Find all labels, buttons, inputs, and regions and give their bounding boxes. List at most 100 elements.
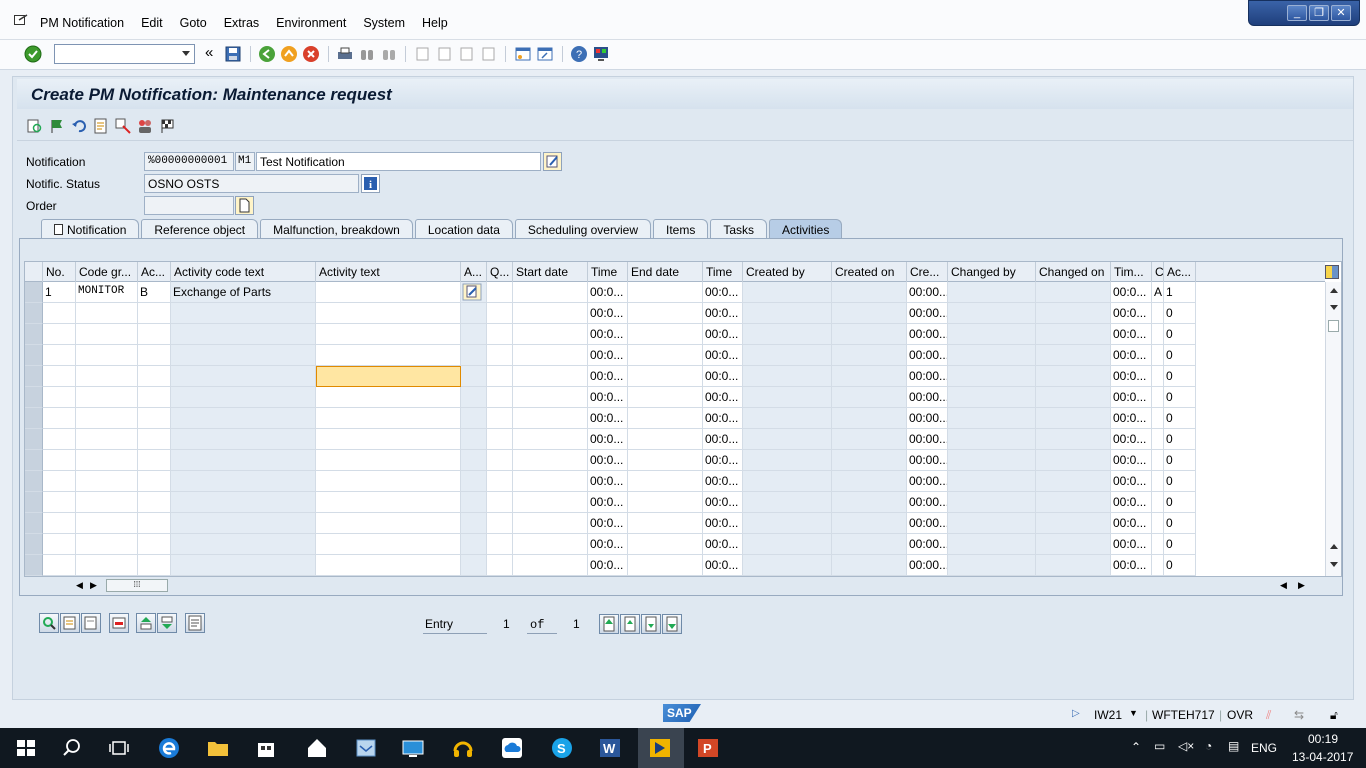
exit-icon[interactable]: [280, 45, 298, 63]
table-cell[interactable]: [138, 450, 171, 471]
skype-icon[interactable]: S: [550, 736, 574, 760]
next-entry-button[interactable]: [641, 614, 661, 634]
select-all-button[interactable]: [60, 613, 80, 633]
battery-icon[interactable]: ▭: [1154, 739, 1165, 753]
table-cell[interactable]: [487, 429, 513, 450]
column-header[interactable]: Activity code text: [171, 262, 316, 282]
table-cell[interactable]: [628, 282, 703, 303]
column-header[interactable]: Cre...: [907, 262, 948, 282]
table-cell[interactable]: 00:0...: [1111, 513, 1152, 534]
row-selector[interactable]: [25, 303, 43, 324]
activity-text-input-focused[interactable]: [316, 366, 461, 387]
table-cell[interactable]: [43, 471, 76, 492]
table-cell[interactable]: [138, 429, 171, 450]
previous-entry-button[interactable]: [620, 614, 640, 634]
table-cell[interactable]: 00:00...: [907, 513, 948, 534]
table-cell[interactable]: [628, 450, 703, 471]
back-icon[interactable]: [258, 45, 276, 63]
clock-date[interactable]: 13-04-2017: [1292, 750, 1353, 764]
status-info-button[interactable]: i: [361, 174, 380, 193]
table-cell[interactable]: 00:0...: [588, 534, 628, 555]
table-cell[interactable]: [43, 324, 76, 345]
table-cell[interactable]: [316, 387, 461, 408]
table-cell[interactable]: [513, 492, 588, 513]
menu-edit[interactable]: Edit: [141, 16, 163, 30]
table-cell[interactable]: 0: [1164, 345, 1196, 366]
column-header[interactable]: Activity text: [316, 262, 461, 282]
table-cell[interactable]: 00:0...: [703, 282, 743, 303]
flag-icon[interactable]: [49, 118, 65, 134]
vertical-scrollbar[interactable]: [1325, 282, 1341, 576]
table-cell[interactable]: [628, 534, 703, 555]
table-cell[interactable]: [487, 450, 513, 471]
row-selector[interactable]: [25, 345, 43, 366]
tab-scheduling-overview[interactable]: Scheduling overview: [514, 219, 651, 239]
table-cell[interactable]: [513, 324, 588, 345]
table-cell[interactable]: B: [138, 282, 171, 303]
table-cell[interactable]: [1152, 387, 1164, 408]
table-cell[interactable]: [76, 366, 138, 387]
table-cell[interactable]: [513, 387, 588, 408]
table-cell[interactable]: 1: [43, 282, 76, 303]
scroll-left-icon[interactable]: ◀: [76, 580, 83, 591]
row-selector[interactable]: [25, 429, 43, 450]
powerpoint-icon[interactable]: P: [696, 736, 720, 760]
first-page-icon[interactable]: [414, 45, 432, 63]
table-cell[interactable]: 00:0...: [1111, 471, 1152, 492]
store-icon[interactable]: [254, 736, 278, 760]
row-selector[interactable]: [25, 471, 43, 492]
table-cell[interactable]: [487, 366, 513, 387]
last-entry-button[interactable]: [662, 614, 682, 634]
column-header[interactable]: Tim...: [1111, 262, 1152, 282]
last-page-icon[interactable]: [480, 45, 498, 63]
close-window-button[interactable]: ✕: [1331, 5, 1351, 21]
table-cell[interactable]: [1152, 324, 1164, 345]
table-cell[interactable]: [43, 492, 76, 513]
table-cell[interactable]: [1152, 492, 1164, 513]
table-cell[interactable]: 00:0...: [1111, 492, 1152, 513]
table-cell[interactable]: 0: [1164, 429, 1196, 450]
column-header[interactable]: C: [1152, 262, 1164, 282]
word-icon[interactable]: W: [598, 736, 622, 760]
column-header[interactable]: Time: [703, 262, 743, 282]
document-list-icon[interactable]: [93, 118, 109, 134]
scroll-down-icon[interactable]: [1330, 562, 1338, 567]
table-cell[interactable]: [628, 324, 703, 345]
row-selector[interactable]: [25, 387, 43, 408]
column-header[interactable]: Created on: [832, 262, 907, 282]
table-cell[interactable]: 00:00...: [907, 345, 948, 366]
partners-icon[interactable]: [137, 118, 153, 134]
shortcut-icon[interactable]: [536, 45, 554, 63]
help-icon[interactable]: ?: [570, 45, 588, 63]
table-cell[interactable]: 00:0...: [1111, 387, 1152, 408]
chevron-down-icon[interactable]: ▼: [1129, 708, 1138, 718]
table-cell[interactable]: [513, 282, 588, 303]
table-cell[interactable]: [43, 429, 76, 450]
table-cell[interactable]: [138, 471, 171, 492]
deselect-button[interactable]: [81, 613, 101, 633]
language-indicator[interactable]: ENG: [1251, 741, 1277, 755]
table-cell[interactable]: 00:00...: [907, 492, 948, 513]
table-cell[interactable]: [1152, 513, 1164, 534]
table-cell[interactable]: [628, 366, 703, 387]
table-cell[interactable]: [138, 303, 171, 324]
tab-reference-object[interactable]: Reference object: [141, 219, 259, 239]
table-cell[interactable]: [1152, 555, 1164, 576]
volume-icon[interactable]: ◁×: [1178, 739, 1194, 753]
column-header[interactable]: Changed on: [1036, 262, 1111, 282]
cancel-icon[interactable]: [302, 45, 320, 63]
row-selector[interactable]: [25, 534, 43, 555]
table-cell[interactable]: [513, 450, 588, 471]
table-cell[interactable]: [316, 492, 461, 513]
table-cell[interactable]: [487, 534, 513, 555]
save-icon[interactable]: [224, 45, 242, 63]
table-cell[interactable]: [487, 471, 513, 492]
select-icon[interactable]: [115, 118, 131, 134]
table-cell[interactable]: [513, 471, 588, 492]
table-cell[interactable]: 0: [1164, 387, 1196, 408]
table-cell[interactable]: [76, 387, 138, 408]
table-cell[interactable]: 00:0...: [703, 555, 743, 576]
wifi-icon[interactable]: ◔: [1205, 739, 1212, 753]
table-cell[interactable]: 1: [1164, 282, 1196, 303]
table-cell[interactable]: 00:00...: [907, 324, 948, 345]
